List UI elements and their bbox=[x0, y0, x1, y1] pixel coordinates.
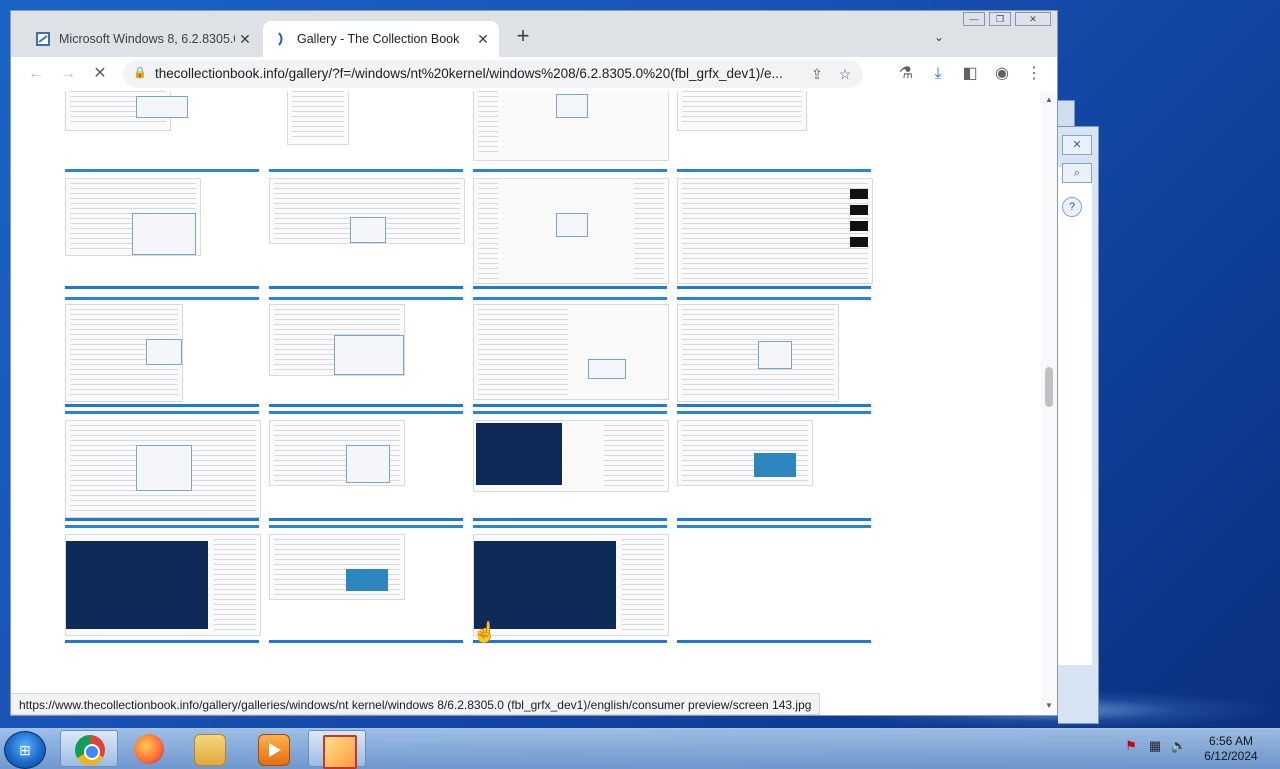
gallery-thumbnail[interactable] bbox=[269, 91, 463, 145]
gallery-thumbnail[interactable] bbox=[269, 169, 465, 289]
lock-icon: 🔒 bbox=[133, 67, 147, 79]
new-tab-button[interactable]: + bbox=[511, 25, 535, 49]
stop-loading-icon[interactable]: ✕ bbox=[89, 63, 111, 85]
gallery-page bbox=[11, 91, 1043, 715]
taskbar-media-player[interactable] bbox=[244, 730, 302, 767]
gallery-thumbnail[interactable] bbox=[65, 169, 259, 289]
gallery-thumbnail-empty[interactable] bbox=[677, 525, 871, 643]
start-button[interactable]: ⊞ bbox=[4, 731, 46, 769]
clock-time: 6:56 AM bbox=[1208, 734, 1254, 748]
page-scrollbar[interactable]: ▲ ▼ bbox=[1041, 91, 1057, 715]
tab-gallery[interactable]: Gallery - The Collection Book ✕ bbox=[263, 21, 499, 57]
restore-button[interactable]: ❐ bbox=[989, 12, 1011, 26]
system-clock[interactable]: 6:56 AM 6/12/2024 bbox=[1196, 734, 1266, 764]
labs-flask-icon[interactable]: ⚗ bbox=[895, 63, 917, 85]
taskbar: ⊞ ⚑ ▦ 🔈 6:56 AM 6/12/2024 bbox=[0, 728, 1280, 769]
windows-flag-icon: ⊞ bbox=[19, 742, 31, 758]
background-window-body: ⌕ ? bbox=[1058, 163, 1092, 665]
scroll-up-icon[interactable]: ▲ bbox=[1044, 95, 1054, 105]
gallery-thumbnail[interactable] bbox=[269, 297, 463, 407]
scrollbar-thumb[interactable] bbox=[1045, 367, 1053, 407]
gallery-thumbnail[interactable] bbox=[677, 91, 871, 131]
image-viewer-icon bbox=[323, 735, 357, 769]
share-icon[interactable]: ⇪ bbox=[807, 64, 827, 84]
gallery-thumbnail[interactable] bbox=[473, 91, 669, 161]
address-bar[interactable]: 🔒 thecollectionbook.info/gallery/?f=/win… bbox=[123, 60, 863, 88]
chrome-window: Microsoft Windows 8, 6.2.8305.0 ✕ Galler… bbox=[10, 10, 1058, 716]
gallery-thumbnail[interactable] bbox=[473, 525, 669, 643]
taskbar-firefox[interactable] bbox=[120, 730, 178, 767]
menu-kebab-icon[interactable]: ⋮ bbox=[1023, 63, 1045, 85]
minimize-button[interactable]: — bbox=[963, 12, 985, 26]
gallery-thumbnail[interactable] bbox=[473, 169, 669, 289]
tab-strip: Microsoft Windows 8, 6.2.8305.0 ✕ Galler… bbox=[11, 11, 1057, 57]
gallery-thumbnail[interactable] bbox=[677, 169, 873, 289]
action-center-flag-icon[interactable]: ⚑ bbox=[1122, 737, 1140, 755]
network-icon[interactable]: ▦ bbox=[1146, 737, 1164, 755]
folder-icon bbox=[194, 734, 226, 766]
tab-close-icon[interactable]: ✕ bbox=[235, 29, 255, 49]
gallery-thumbnail[interactable] bbox=[677, 411, 871, 521]
profile-avatar-icon[interactable]: ◉ bbox=[991, 63, 1013, 85]
gallery-thumbnail[interactable] bbox=[65, 411, 261, 521]
scroll-down-icon[interactable]: ▼ bbox=[1044, 701, 1054, 711]
download-icon[interactable]: ⤓ bbox=[927, 63, 949, 85]
background-close-icon[interactable]: ✕ bbox=[1062, 135, 1092, 155]
volume-muted-icon[interactable]: 🔈 bbox=[1170, 737, 1188, 755]
tab-windows8[interactable]: Microsoft Windows 8, 6.2.8305.0 ✕ bbox=[25, 21, 261, 57]
firefox-icon bbox=[134, 734, 164, 764]
media-player-icon bbox=[258, 734, 290, 766]
bookmark-star-icon[interactable]: ☆ bbox=[835, 64, 855, 84]
hand-cursor-icon: ☝ bbox=[472, 622, 497, 644]
tab-search-chevron-icon[interactable]: ⌄ bbox=[929, 27, 949, 47]
background-search-icon[interactable]: ⌕ bbox=[1062, 163, 1092, 183]
background-help-icon[interactable]: ? bbox=[1062, 197, 1082, 217]
tab-close-icon[interactable]: ✕ bbox=[473, 29, 493, 49]
url-text[interactable]: thecollectionbook.info/gallery/?f=/windo… bbox=[155, 66, 795, 81]
clock-date: 6/12/2024 bbox=[1204, 749, 1258, 763]
close-window-button[interactable]: ✕ bbox=[1015, 12, 1051, 26]
chrome-icon bbox=[75, 735, 105, 765]
forward-arrow-icon[interactable]: → bbox=[57, 63, 79, 85]
collection-book-icon bbox=[278, 32, 283, 46]
tab-title: Gallery - The Collection Book bbox=[297, 32, 460, 46]
browser-toolbar: ← → ✕ 🔒 thecollectionbook.info/gallery/?… bbox=[11, 57, 1057, 92]
gallery-thumbnail[interactable] bbox=[269, 411, 463, 521]
link-status-bubble: https://www.thecollectionbook.info/galle… bbox=[11, 693, 821, 715]
gallery-thumbnail[interactable] bbox=[269, 525, 463, 643]
taskbar-image-viewer[interactable] bbox=[308, 730, 366, 769]
taskbar-file-explorer[interactable] bbox=[180, 730, 238, 767]
tab-title: Microsoft Windows 8, 6.2.8305.0 bbox=[59, 32, 235, 46]
gallery-thumbnail[interactable] bbox=[65, 297, 259, 407]
windows-logo-icon bbox=[36, 32, 50, 46]
taskbar-chrome[interactable] bbox=[60, 730, 118, 767]
gallery-thumbnail[interactable] bbox=[473, 411, 669, 521]
back-arrow-icon[interactable]: ← bbox=[25, 63, 47, 85]
gallery-thumbnail[interactable] bbox=[65, 525, 261, 643]
gallery-thumbnail[interactable] bbox=[677, 297, 871, 407]
gallery-thumbnail[interactable] bbox=[65, 91, 259, 131]
gallery-thumbnail[interactable] bbox=[473, 297, 669, 407]
background-window-edge bbox=[1058, 100, 1075, 128]
background-window: ✕ ⌕ ? bbox=[1058, 126, 1099, 724]
side-panel-icon[interactable]: ◧ bbox=[959, 63, 981, 85]
